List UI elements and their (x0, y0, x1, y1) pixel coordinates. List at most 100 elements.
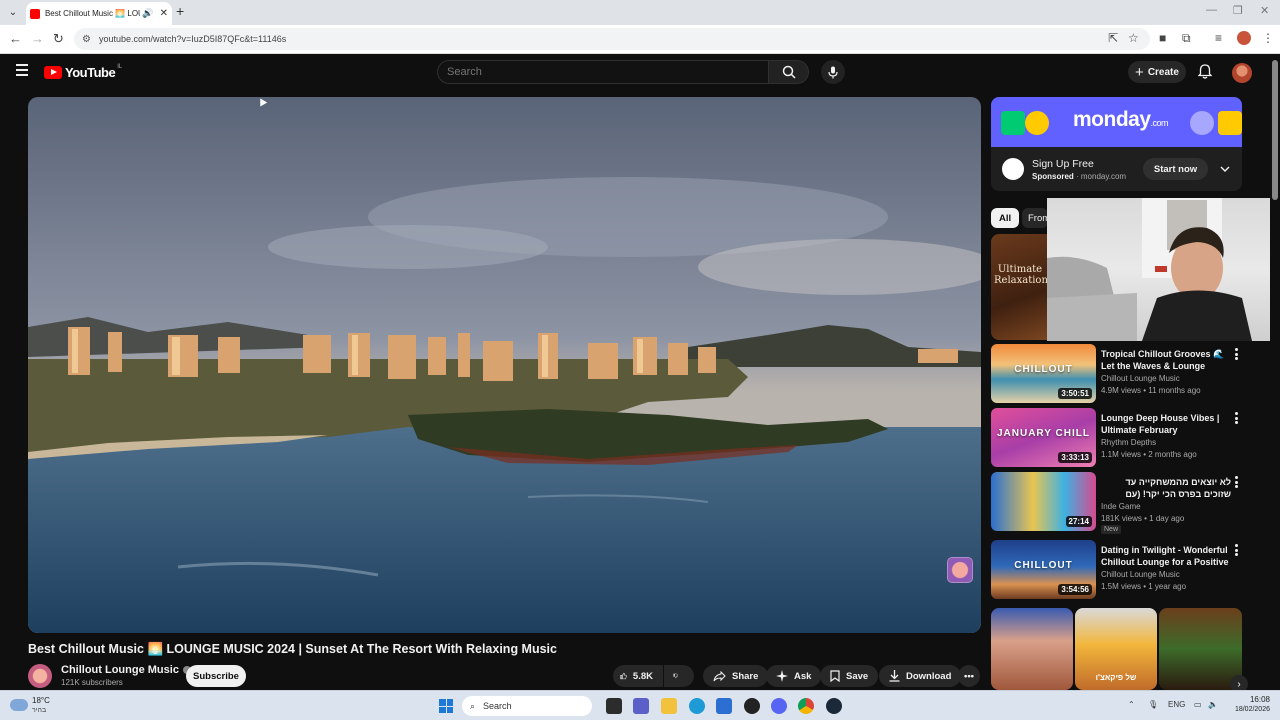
weather-temperature[interactable]: 18°C (32, 696, 50, 705)
account-avatar[interactable] (1232, 63, 1252, 83)
menu-icon[interactable] (16, 64, 28, 76)
windows-start-icon[interactable] (439, 699, 453, 713)
more-vertical-icon[interactable] (1235, 412, 1239, 426)
site-info-icon[interactable]: ⚙ (82, 34, 91, 45)
search-input[interactable] (437, 60, 770, 84)
short-thumbnail[interactable] (1159, 608, 1242, 690)
address-bar[interactable]: ⚙ youtube.com/watch?v=IuzD5I87QFc&t=1114… (74, 28, 1150, 50)
minimize-icon[interactable]: — (1206, 4, 1217, 16)
video-duration: 3:54:56 (1058, 584, 1092, 595)
recommendation-title[interactable]: Tropical Chillout Grooves 🌊 Let the Wave… (1101, 348, 1231, 372)
short-thumbnail[interactable]: של פיקאצ'ו (1075, 608, 1157, 690)
obs-icon[interactable] (744, 698, 760, 714)
volume-icon[interactable]: 🔈 (1208, 700, 1218, 709)
recommendation-channel[interactable]: Chillout Lounge Music (1101, 570, 1180, 579)
steam-icon[interactable] (826, 698, 842, 714)
recommendation-meta: 4.9M views • 11 months ago (1101, 386, 1201, 395)
recommendation-thumbnail-relaxation[interactable]: Ultimate Relaxation (991, 234, 1048, 340)
scrollbar-thumb[interactable] (1272, 60, 1278, 200)
new-tab-icon[interactable]: + (176, 3, 184, 19)
recommendation-title[interactable]: לא יוצאים מהמשחקייה עד שזוכים בפרס הכי י… (1101, 476, 1231, 500)
chrome-icon[interactable] (798, 698, 814, 714)
maximize-icon[interactable]: ❐ (1233, 4, 1243, 17)
download-label: Download (906, 670, 952, 682)
recommendation-item[interactable]: 27:14 לא יוצאים מהמשחקייה עד שזוכים בפרס… (991, 472, 1246, 534)
chip-all[interactable]: All (991, 208, 1020, 228)
install-app-icon[interactable]: ⇱ (1108, 31, 1118, 45)
network-icon[interactable]: ▭ (1194, 700, 1202, 709)
audio-playing-icon[interactable]: 🔊 (142, 8, 153, 19)
weather-description[interactable]: בהיר (32, 707, 46, 714)
recommendation-item[interactable]: CHILLOUT 3:54:56 Dating in Twilight - Wo… (991, 540, 1246, 600)
recommendation-channel[interactable]: Inde Game (1101, 502, 1141, 511)
channel-name[interactable]: Chillout Lounge Music (61, 664, 191, 676)
discord-icon[interactable] (771, 698, 787, 714)
recommendation-thumbnail[interactable]: JANUARY CHILL 3:33:13 (991, 408, 1096, 467)
browser-tab[interactable]: Best Chillout Music 🌅 LOUNGE 🔊 ✕ (26, 2, 172, 25)
tab-search-icon[interactable]: ⌄ (4, 4, 22, 22)
more-vertical-icon[interactable] (1235, 348, 1239, 362)
url-text[interactable]: youtube.com/watch?v=IuzD5I87QFc&t=11146s (99, 34, 286, 44)
clock-date[interactable]: 18/02/2026 (1222, 706, 1270, 713)
taskbar-search[interactable]: ⌕ Search (462, 696, 592, 716)
teams-icon[interactable] (633, 698, 649, 714)
bookmark-star-icon[interactable]: ☆ (1128, 31, 1139, 45)
thumbs-up-icon (620, 672, 627, 680)
search-button[interactable] (769, 60, 809, 84)
more-vertical-icon[interactable] (1235, 476, 1239, 490)
ad-card[interactable]: Sign Up Free Sponsored · monday.com Star… (991, 147, 1242, 191)
recommendation-item[interactable]: CHILLOUT 3:50:51 Tropical Chillout Groov… (991, 344, 1246, 404)
more-actions-button[interactable]: ••• (958, 665, 980, 687)
recommendation-title[interactable]: Lounge Deep House Vibes | Ultimate Febru… (1101, 412, 1231, 436)
save-button[interactable]: Save (820, 665, 879, 687)
forward-icon[interactable]: → (31, 31, 44, 46)
task-view-icon[interactable] (606, 698, 622, 714)
dislike-button[interactable] (664, 665, 694, 687)
like-button[interactable]: 5.8K (613, 665, 663, 687)
microphone-icon[interactable]: 🎙 (1148, 700, 1158, 709)
sparkle-icon (776, 670, 788, 682)
recommendation-title[interactable]: Dating in Twilight - Wonderful Chillout … (1101, 544, 1231, 568)
edge-icon[interactable] (689, 698, 705, 714)
chevron-down-icon[interactable] (1220, 162, 1230, 176)
recommendation-channel[interactable]: Chillout Lounge Music (1101, 374, 1180, 383)
notifications-bell-icon[interactable] (1197, 64, 1213, 82)
channel-watermark-icon[interactable] (947, 557, 973, 583)
reload-icon[interactable]: ↻ (53, 31, 64, 47)
clock-time[interactable]: 16:08 (1222, 695, 1270, 704)
extensions-puzzle-icon[interactable]: ⧉ (1182, 31, 1191, 46)
short-thumbnail[interactable] (991, 608, 1073, 690)
recommendation-item[interactable]: JANUARY CHILL 3:33:13 Lounge Deep House … (991, 408, 1246, 468)
ad-banner[interactable]: monday.com (991, 97, 1242, 147)
media-control-icon[interactable]: ≡ (1215, 31, 1222, 45)
recommendation-thumbnail[interactable]: CHILLOUT 3:50:51 (991, 344, 1096, 403)
ad-title[interactable]: Sign Up Free (1032, 158, 1094, 170)
window-close-icon[interactable]: ✕ (1260, 4, 1269, 17)
ask-button[interactable]: Ask (766, 665, 822, 687)
browser-profile-avatar[interactable] (1237, 31, 1251, 45)
chip-from[interactable]: From (1022, 208, 1048, 228)
create-button[interactable]: + Create (1128, 61, 1186, 83)
download-button[interactable]: Download (879, 665, 962, 687)
more-vertical-icon[interactable] (1235, 544, 1239, 558)
channel-avatar[interactable] (28, 664, 52, 688)
tab-close-icon[interactable]: ✕ (160, 8, 168, 19)
youtube-logo[interactable]: YouTube IL (44, 64, 122, 80)
tray-overflow-icon[interactable]: ⌃ (1128, 700, 1135, 709)
ad-start-now-button[interactable]: Start now (1143, 158, 1208, 180)
recommendation-thumbnail[interactable]: 27:14 (991, 472, 1096, 531)
back-icon[interactable]: ← (9, 31, 22, 46)
channel-name-text[interactable]: Chillout Lounge Music (61, 664, 179, 676)
subscribe-button[interactable]: Subscribe (186, 665, 246, 687)
weather-cloud-icon[interactable] (10, 699, 28, 711)
share-button[interactable]: Share (703, 665, 769, 687)
recommendation-channel[interactable]: Rhythm Depths (1101, 438, 1156, 447)
file-explorer-icon[interactable] (661, 698, 677, 714)
recommendation-thumbnail[interactable]: CHILLOUT 3:54:56 (991, 540, 1096, 599)
voice-search-button[interactable] (821, 60, 845, 84)
browser-menu-icon[interactable]: ⋮ (1262, 31, 1274, 45)
video-player[interactable] (28, 97, 981, 633)
store-icon[interactable] (716, 698, 732, 714)
language-indicator[interactable]: ENG (1168, 700, 1185, 709)
extension-icon[interactable]: ■ (1159, 31, 1166, 45)
